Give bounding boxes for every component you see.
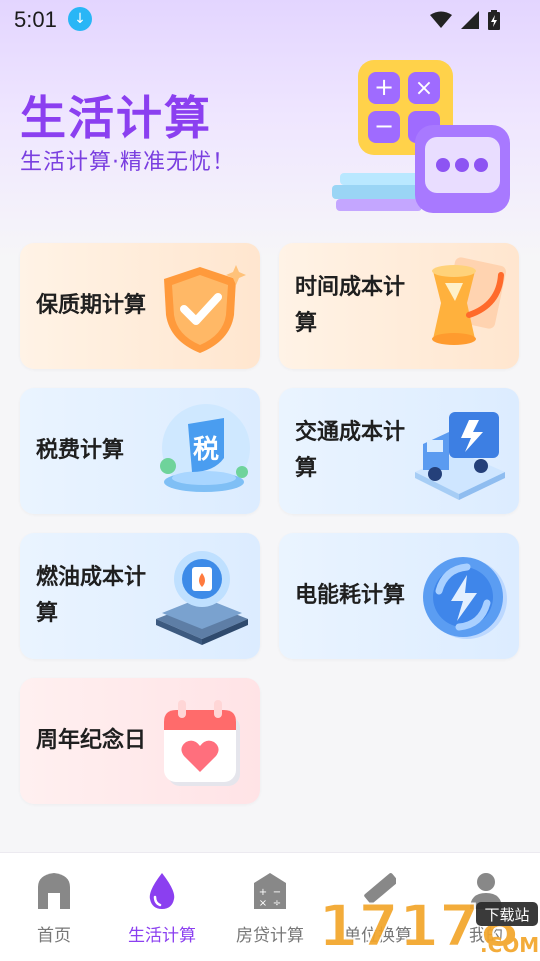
nav-label: 生活计算 [128, 926, 196, 946]
signal-icon [460, 10, 479, 29]
card-energy-consumption[interactable]: 电能耗计算 [279, 533, 519, 659]
shield-check-icon [164, 265, 246, 353]
tax-icon: 税 [160, 404, 250, 492]
watermark-logo: 17178 下载站 .COM [317, 891, 539, 960]
card-anniversary[interactable]: 周年纪念日 [20, 678, 260, 804]
svg-text:税: 税 [193, 435, 219, 465]
calculator-illustration-icon: + × − [332, 60, 510, 213]
svg-text:−: − [273, 887, 281, 898]
card-label: 时间成本计算 [295, 275, 406, 336]
nav-item-life-calc[interactable]: 生活计算 [108, 853, 216, 961]
page-title: 生活计算 [20, 91, 212, 145]
card-fuel-cost[interactable]: 燃油成本计算 [20, 533, 260, 659]
watermark-suffix: .COM [480, 933, 539, 957]
svg-text:+: + [259, 887, 267, 898]
card-transport-cost[interactable]: 交通成本计算 [279, 388, 519, 514]
svg-text:+: + [374, 73, 394, 101]
card-label: 周年纪念日 [36, 728, 147, 753]
status-bar: 5:01 ↓ [0, 0, 540, 38]
drop-icon [149, 873, 175, 909]
svg-text:×: × [259, 898, 267, 909]
card-label: 燃油成本计算 [36, 565, 147, 626]
home-icon [38, 873, 70, 909]
card-label: 税费计算 [36, 438, 125, 463]
card-label: 保质期计算 [36, 293, 147, 318]
svg-text:−: − [374, 112, 394, 140]
status-time: 5:01 [14, 7, 57, 32]
nav-item-home[interactable]: 首页 [0, 853, 108, 961]
card-label: 交通成本计算 [295, 420, 406, 481]
svg-text:÷: ÷ [273, 898, 281, 909]
nav-item-mortgage-calc[interactable]: + − × ÷ 房贷计算 [216, 853, 324, 961]
card-time-cost[interactable]: 时间成本计算 [279, 243, 519, 369]
status-icons [426, 9, 500, 30]
calendar-heart-icon [164, 700, 240, 786]
lightning-icon [423, 557, 507, 639]
wifi-icon [429, 11, 452, 28]
hourglass-icon [432, 257, 506, 345]
download-icon: ↓ [68, 7, 92, 31]
card-tax[interactable]: 税费计算 税 [20, 388, 260, 514]
svg-text:×: × [415, 76, 433, 101]
card-shelf-life[interactable]: 保质期计算 [20, 243, 260, 369]
battery-icon [488, 9, 500, 30]
watermark-tag: 下载站 [484, 906, 529, 924]
page-subtitle: 生活计算·精准无忧！ [20, 150, 235, 175]
fuel-icon [156, 551, 248, 645]
card-label: 电能耗计算 [295, 583, 406, 608]
nav-label: 房贷计算 [236, 926, 304, 946]
nav-label: 首页 [37, 926, 71, 946]
calculator-icon: + − × ÷ [254, 873, 286, 909]
truck-icon [415, 412, 505, 500]
